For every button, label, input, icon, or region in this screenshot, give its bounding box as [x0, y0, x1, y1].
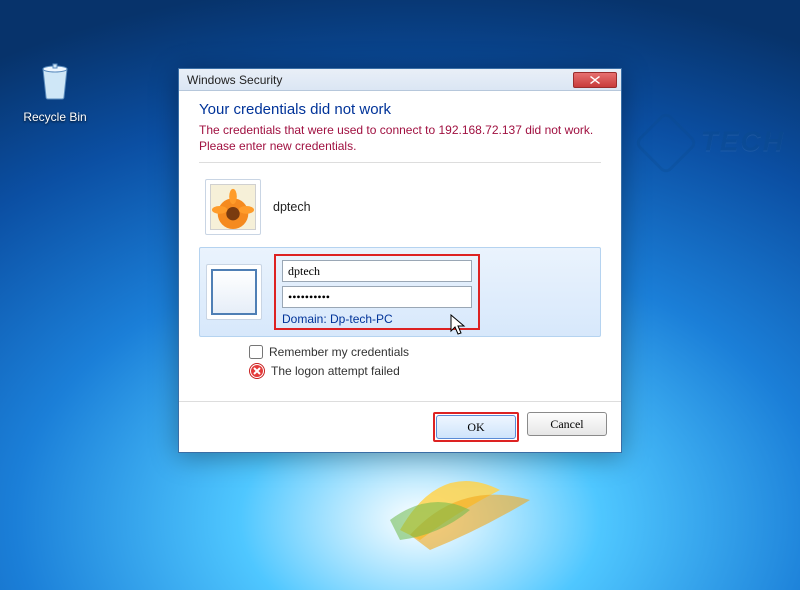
saved-username: dptech	[273, 200, 595, 214]
remember-label: Remember my credentials	[269, 345, 409, 359]
close-icon	[590, 76, 600, 84]
new-credential-tile[interactable]: Domain: Dp-tech-PC	[199, 247, 601, 337]
credential-fields-highlight: Domain: Dp-tech-PC	[274, 254, 480, 330]
password-input[interactable]	[282, 286, 472, 308]
heading: Your credentials did not work	[199, 101, 601, 118]
desktop: TECH Recycle Bin Windows Security Your c…	[0, 0, 800, 590]
recycle-bin-label: Recycle Bin	[20, 110, 90, 124]
avatar-blank	[206, 264, 262, 320]
window-title: Windows Security	[187, 73, 573, 87]
ok-highlight: OK	[433, 412, 519, 442]
saved-credential-tile[interactable]: dptech	[199, 173, 601, 241]
flower-icon	[210, 184, 256, 230]
remember-checkbox[interactable]	[249, 345, 263, 359]
separator	[199, 162, 601, 163]
ok-button[interactable]: OK	[436, 415, 516, 439]
fail-row: The logon attempt failed	[249, 363, 601, 379]
blank-user-icon	[211, 269, 257, 315]
watermark-logo	[633, 110, 698, 175]
error-message: The credentials that were used to connec…	[199, 122, 601, 154]
windows-leaf-art	[380, 440, 540, 560]
username-input[interactable]	[282, 260, 472, 282]
domain-label: Domain: Dp-tech-PC	[282, 312, 472, 326]
cancel-button[interactable]: Cancel	[527, 412, 607, 436]
remember-row: Remember my credentials	[249, 345, 601, 359]
recycle-bin[interactable]: Recycle Bin	[20, 55, 90, 124]
watermark: TECH	[643, 120, 785, 166]
titlebar[interactable]: Windows Security	[179, 69, 621, 91]
close-button[interactable]	[573, 72, 617, 88]
error-icon	[249, 363, 265, 379]
fail-label: The logon attempt failed	[271, 364, 400, 378]
security-dialog: Windows Security Your credentials did no…	[178, 68, 622, 453]
avatar	[205, 179, 261, 235]
watermark-text: TECH	[701, 125, 785, 156]
button-row: OK Cancel	[179, 401, 621, 452]
recycle-bin-icon	[31, 55, 79, 103]
